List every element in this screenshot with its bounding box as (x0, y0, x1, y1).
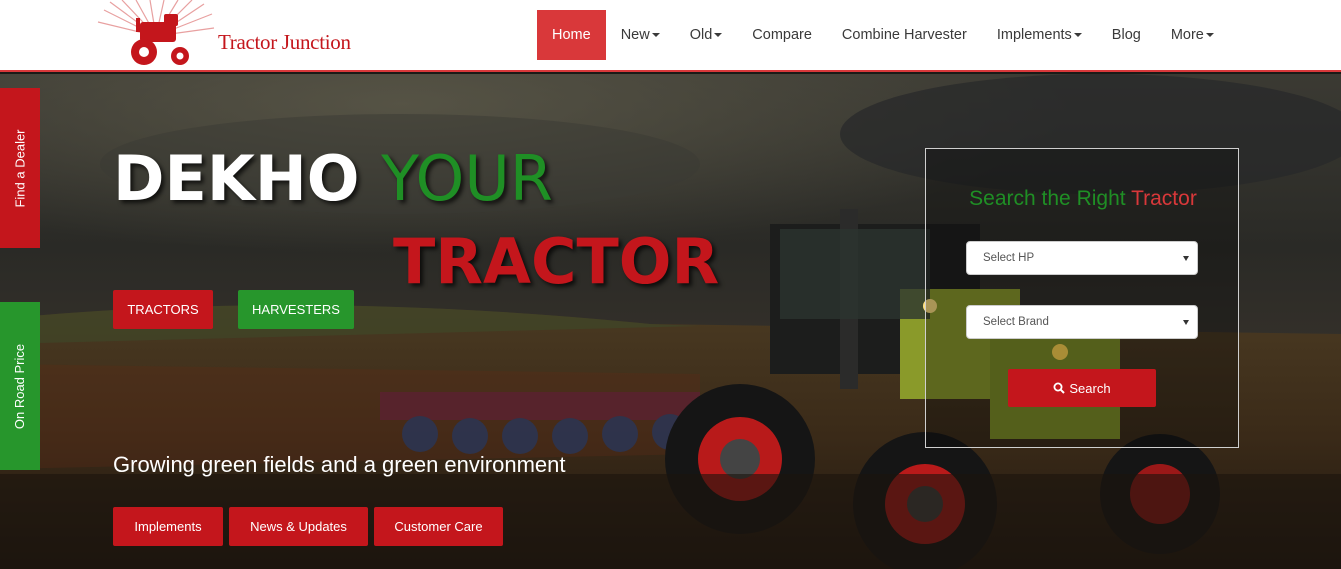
hp-select-value: Select HP (983, 252, 1035, 264)
brand-select[interactable]: Select Brand (966, 305, 1198, 339)
logo-text: Tractor Junction (218, 30, 351, 54)
implements-button[interactable]: Implements (113, 507, 223, 546)
dropdown-arrow-icon (1183, 256, 1189, 261)
caret-down-icon (651, 33, 660, 37)
hero-headline-line2: TRACTOR (393, 225, 720, 298)
nav-implements-label: Implements (996, 27, 1072, 43)
hero-headline-line1: DEKHO YOUR (113, 144, 553, 214)
nav-home[interactable]: Home (537, 10, 606, 60)
find-dealer-tab[interactable]: Find a Dealer (0, 88, 40, 248)
nav-old-label: Old (689, 27, 713, 43)
nav-combine-harvester-label: Combine Harvester (841, 27, 967, 43)
tractor-search-panel: Search the Right Tractor Select HP Selec… (925, 148, 1239, 448)
on-road-price-label: On Road Price (12, 343, 28, 429)
news-updates-button[interactable]: News & Updates (229, 507, 368, 546)
search-button[interactable]: Search (1008, 369, 1156, 407)
nav-more-label: More (1170, 27, 1204, 43)
caret-down-icon (1205, 33, 1214, 37)
nav-compare[interactable]: Compare (737, 10, 827, 60)
nav-blog[interactable]: Blog (1097, 10, 1156, 60)
on-road-price-tab[interactable]: On Road Price (0, 302, 40, 470)
nav-more[interactable]: More (1156, 10, 1229, 60)
search-title-part2: Tractor (1131, 187, 1197, 210)
hero-tagline: Growing green fields and a green environ… (113, 452, 566, 477)
harvesters-button[interactable]: HARVESTERS (238, 290, 354, 329)
nav-implements[interactable]: Implements (982, 10, 1097, 60)
search-panel-title: Search the Right Tractor (926, 187, 1240, 211)
dropdown-arrow-icon (1183, 320, 1189, 325)
nav-new[interactable]: New (606, 10, 675, 60)
tractors-button[interactable]: TRACTORS (113, 290, 213, 329)
nav-blog-label: Blog (1111, 27, 1141, 43)
nav-old[interactable]: Old (675, 10, 738, 60)
headline-word-dekho: DEKHO (113, 142, 360, 215)
site-header: Tractor Junction Home New Old Compare Co… (0, 0, 1341, 72)
headline-word-your: YOUR (381, 142, 553, 215)
tractor-logo-icon (97, 0, 215, 65)
logo[interactable]: Tractor Junction (96, 0, 366, 72)
search-title-part1: Search the Right (969, 187, 1126, 210)
search-button-label: Search (1069, 380, 1111, 396)
main-nav: Home New Old Compare Combine Harvester I… (537, 10, 1229, 60)
caret-down-icon (1073, 33, 1082, 37)
nav-combine-harvester[interactable]: Combine Harvester (827, 10, 982, 60)
hp-select[interactable]: Select HP (966, 241, 1198, 275)
nav-compare-label: Compare (752, 27, 812, 43)
caret-down-icon (714, 33, 723, 37)
customer-care-button[interactable]: Customer Care (374, 507, 503, 546)
find-dealer-label: Find a Dealer (12, 128, 28, 208)
search-icon (1053, 382, 1066, 394)
nav-new-label: New (620, 27, 650, 43)
nav-home-label: Home (552, 27, 591, 43)
brand-select-value: Select Brand (983, 316, 1049, 328)
